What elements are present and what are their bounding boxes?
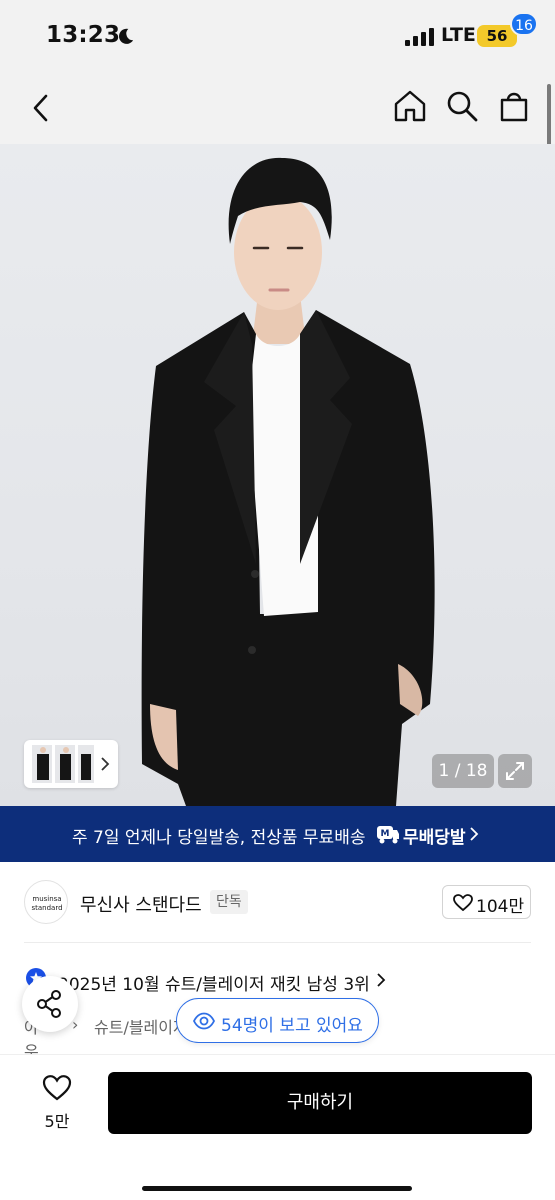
brand-name-link[interactable]: 무신사 스탠다드 [80,891,202,917]
share-icon [37,990,61,1018]
free-shipping-banner[interactable]: 주 7일 언제나 당일발송, 전상품 무료배송 M 무배당발 [0,806,555,862]
brand-like-count: 104만 [476,897,525,917]
exclusive-badge: 단독 [210,890,248,914]
svg-text:M: M [381,829,390,839]
thumbnail-strip[interactable] [24,740,118,788]
home-indicator [142,1186,412,1191]
model-photo [141,157,435,806]
viewers-text: 54명이 보고 있어요 [221,1016,363,1036]
chevron-right-icon [377,973,386,987]
promo-brand-label: 무배당발 [403,828,466,848]
back-arrow-icon[interactable] [22,88,62,128]
product-hero-image[interactable]: 1 / 18 [0,144,555,806]
search-icon[interactable] [442,86,482,126]
chevron-right-icon [470,827,479,841]
expand-icon [506,762,524,780]
delivery-truck-icon: M [377,826,399,844]
top-nav [0,72,555,144]
wishlist-count: 5만 [44,1112,70,1131]
moon-icon [119,28,134,44]
eye-icon [193,1012,215,1030]
cart-icon[interactable] [494,86,534,126]
thumbnail-images [32,745,110,783]
home-icon[interactable] [390,86,430,126]
heart-icon [453,894,473,912]
buy-button[interactable]: 구매하기 [108,1072,532,1134]
status-bar: 13:23 LTE 56 [0,0,555,72]
viewers-pill: 54명이 보고 있어요 [176,998,379,1043]
image-counter: 1 / 18 [432,754,494,788]
promo-text: 주 7일 언제나 당일발송, 전상품 무료배송 [72,828,366,848]
signal-icon [405,28,434,46]
share-button[interactable] [22,976,78,1032]
status-time: 13:23 [46,22,121,48]
brand-logo-line1: musinsa [32,895,62,903]
section-divider [24,942,531,943]
wishlist-heart-icon[interactable] [42,1074,72,1102]
cart-count-badge: 16 [510,12,538,36]
brand-logo-line2: standard [31,904,63,912]
network-label: LTE [441,24,476,46]
brand-logo[interactable]: musinsa standard [24,880,68,924]
expand-button[interactable] [498,754,532,788]
ranking-link[interactable]: 2025년 10월 슈트/블레이저 재킷 남성 3위 [58,970,370,995]
brand-like-button[interactable]: 104만 [442,885,531,919]
